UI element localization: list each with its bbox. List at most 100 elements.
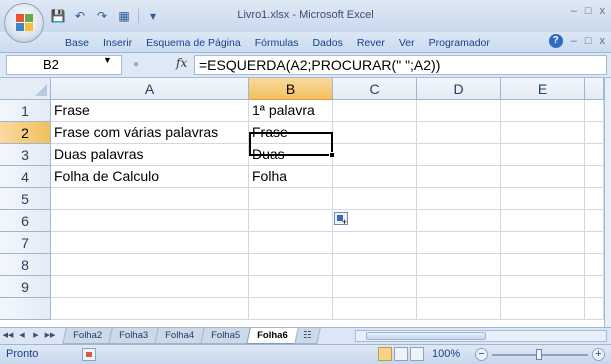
column-header-e[interactable]: E [501, 78, 585, 100]
zoom-level[interactable]: 100% [432, 348, 460, 360]
tab-inserir[interactable]: Inserir [96, 35, 139, 51]
cell-d8[interactable] [417, 254, 501, 276]
prev-sheet-icon[interactable]: ◀ [16, 330, 28, 342]
cell-f10[interactable] [585, 298, 604, 320]
cell-e9[interactable] [501, 276, 585, 298]
row-header-7[interactable]: 7 [0, 232, 51, 254]
cell-d3[interactable] [417, 144, 501, 166]
cell-a2[interactable]: Frase com várias palavras [51, 122, 249, 144]
vertical-scrollbar[interactable] [604, 78, 611, 343]
cell-e2[interactable] [501, 122, 585, 144]
cell-c2[interactable] [333, 122, 417, 144]
cell-c3[interactable] [333, 144, 417, 166]
cell-e7[interactable] [501, 232, 585, 254]
cell-f5[interactable] [585, 188, 604, 210]
cell-f8[interactable] [585, 254, 604, 276]
cell-c7[interactable] [333, 232, 417, 254]
cell-f4[interactable] [585, 166, 604, 188]
cell-d10[interactable] [417, 298, 501, 320]
worksheet-grid[interactable]: A B C D E 1 2 3 4 5 6 7 8 9 Frase 1ª pala… [0, 78, 604, 343]
cell-c9[interactable] [333, 276, 417, 298]
formula-bar-grip-icon[interactable]: ● [126, 57, 146, 73]
cell-b1[interactable]: 1ª palavra [249, 100, 333, 122]
cell-e5[interactable] [501, 188, 585, 210]
cell-a3[interactable]: Duas palavras [51, 144, 249, 166]
first-sheet-icon[interactable]: ◀◀ [2, 330, 14, 342]
sheet-tab-folha6[interactable]: Folha6 [246, 328, 299, 344]
cell-d4[interactable] [417, 166, 501, 188]
formula-input[interactable]: =ESQUERDA(A2;PROCURAR(" ";A2)) [194, 55, 607, 75]
macro-record-icon[interactable] [82, 348, 96, 361]
cell-f7[interactable] [585, 232, 604, 254]
cell-a5[interactable] [51, 188, 249, 210]
normal-view-icon[interactable] [378, 347, 392, 361]
workbook-restore-button[interactable]: □ [585, 35, 592, 47]
zoom-slider-thumb[interactable] [536, 349, 542, 360]
cell-b8[interactable] [249, 254, 333, 276]
cell-f9[interactable] [585, 276, 604, 298]
cell-b9[interactable] [249, 276, 333, 298]
sheet-tab-folha4[interactable]: Folha4 [154, 328, 205, 344]
row-header-1[interactable]: 1 [0, 100, 51, 122]
cell-d2[interactable] [417, 122, 501, 144]
cell-a10[interactable] [51, 298, 249, 320]
cell-c10[interactable] [333, 298, 417, 320]
select-all-button[interactable] [0, 78, 51, 100]
cell-a4[interactable]: Folha de Calculo [51, 166, 249, 188]
tab-ver[interactable]: Ver [392, 35, 422, 51]
cell-e4[interactable] [501, 166, 585, 188]
row-header-2[interactable]: 2 [0, 122, 51, 144]
cell-c5[interactable] [333, 188, 417, 210]
horizontal-scrollbar[interactable] [355, 330, 607, 342]
cell-a1[interactable]: Frase [51, 100, 249, 122]
column-header-d[interactable]: D [417, 78, 501, 100]
workbook-minimize-button[interactable]: – [571, 35, 577, 47]
insert-sheet-button[interactable]: ☷ [294, 328, 321, 344]
cell-d7[interactable] [417, 232, 501, 254]
row-header-10[interactable] [0, 298, 51, 320]
maximize-button[interactable]: □ [585, 5, 592, 17]
minimize-button[interactable]: – [571, 5, 577, 17]
tab-programador[interactable]: Programador [422, 35, 497, 51]
office-button[interactable] [4, 3, 44, 43]
name-box-dropdown-icon[interactable]: ▼ [103, 55, 112, 65]
cell-c8[interactable] [333, 254, 417, 276]
cell-d9[interactable] [417, 276, 501, 298]
cell-f1[interactable] [585, 100, 604, 122]
row-header-8[interactable]: 8 [0, 254, 51, 276]
cell-b6[interactable] [249, 210, 333, 232]
sheet-tab-folha3[interactable]: Folha3 [108, 328, 159, 344]
tab-esquema-de-pagina[interactable]: Esquema de Página [139, 35, 248, 51]
cell-f2[interactable] [585, 122, 604, 144]
close-button[interactable]: x [600, 5, 606, 17]
cell-a6[interactable] [51, 210, 249, 232]
row-header-6[interactable]: 6 [0, 210, 51, 232]
insert-function-icon[interactable]: fx [176, 56, 187, 70]
tab-rever[interactable]: Rever [350, 35, 392, 51]
cell-e1[interactable] [501, 100, 585, 122]
row-header-5[interactable]: 5 [0, 188, 51, 210]
cell-d6[interactable] [417, 210, 501, 232]
page-layout-view-icon[interactable] [394, 347, 408, 361]
column-header-a[interactable]: A [51, 78, 249, 100]
tab-formulas[interactable]: Fórmulas [248, 35, 306, 51]
cell-b2[interactable]: Frase [249, 122, 333, 144]
cell-e3[interactable] [501, 144, 585, 166]
cell-d5[interactable] [417, 188, 501, 210]
horizontal-scroll-thumb[interactable] [366, 332, 486, 340]
cell-a8[interactable] [51, 254, 249, 276]
cell-b7[interactable] [249, 232, 333, 254]
cell-b4[interactable]: Folha [249, 166, 333, 188]
cell-c4[interactable] [333, 166, 417, 188]
tab-dados[interactable]: Dados [305, 35, 349, 51]
tab-base[interactable]: Base [58, 35, 96, 51]
column-header-c[interactable]: C [333, 78, 417, 100]
cell-b3[interactable]: Duas [249, 144, 333, 166]
cell-a9[interactable] [51, 276, 249, 298]
column-header-f[interactable] [585, 78, 604, 100]
cell-a7[interactable] [51, 232, 249, 254]
auto-fill-options-icon[interactable] [334, 212, 348, 227]
zoom-in-icon[interactable]: + [592, 348, 605, 361]
workbook-close-button[interactable]: x [600, 35, 606, 47]
cell-d1[interactable] [417, 100, 501, 122]
